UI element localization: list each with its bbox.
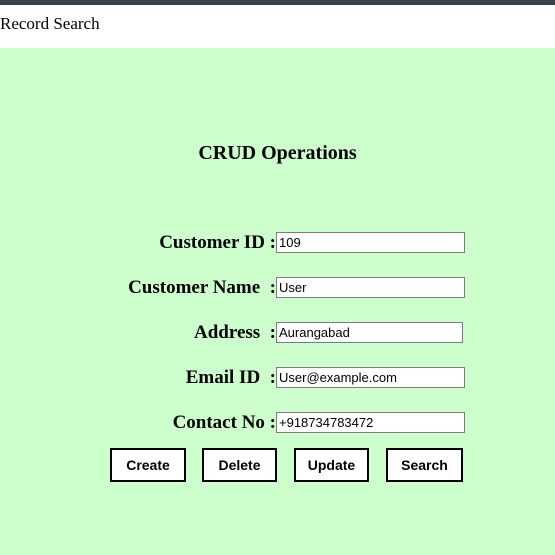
label-cell-customer-name: Customer Name : bbox=[0, 265, 276, 310]
content-area: CRUD Operations Customer ID : Customer N… bbox=[0, 48, 555, 555]
label-contact-no: Contact No : bbox=[172, 411, 276, 433]
label-customer-id: Customer ID : bbox=[159, 231, 276, 253]
input-cell-contact-no bbox=[276, 400, 555, 445]
create-button[interactable]: Create bbox=[110, 448, 186, 482]
label-cell-customer-id: Customer ID : bbox=[0, 220, 276, 265]
search-button[interactable]: Search bbox=[386, 448, 463, 482]
input-cell-email-id bbox=[276, 355, 555, 400]
label-address: Address : bbox=[194, 321, 276, 343]
label-customer-name: Customer Name : bbox=[128, 276, 276, 298]
page-header-title: Record Search bbox=[0, 14, 100, 33]
label-cell-address: Address : bbox=[0, 310, 276, 355]
customer-name-input[interactable] bbox=[276, 277, 465, 298]
page-title: CRUD Operations bbox=[198, 142, 357, 164]
input-cell-address bbox=[276, 310, 555, 355]
form-row-customer-id: Customer ID : bbox=[0, 220, 555, 265]
form-row-address: Address : bbox=[0, 310, 555, 355]
delete-button[interactable]: Delete bbox=[202, 448, 277, 482]
form-row-email-id: Email ID : bbox=[0, 355, 555, 400]
customer-id-input[interactable] bbox=[276, 232, 465, 253]
page-header: Record Search bbox=[0, 5, 555, 48]
input-cell-customer-name bbox=[276, 265, 555, 310]
label-email-id: Email ID : bbox=[185, 366, 276, 388]
update-button[interactable]: Update bbox=[294, 448, 369, 482]
page-root: Record Search CRUD Operations Customer I… bbox=[0, 0, 555, 555]
label-cell-contact-no: Contact No : bbox=[0, 400, 276, 445]
contact-no-input[interactable] bbox=[276, 412, 465, 433]
form-row-customer-name: Customer Name : bbox=[0, 265, 555, 310]
crud-form: Customer ID : Customer Name : bbox=[0, 220, 555, 445]
input-cell-customer-id bbox=[276, 220, 555, 265]
address-input[interactable] bbox=[276, 322, 463, 343]
label-cell-email-id: Email ID : bbox=[0, 355, 276, 400]
form-row-contact-no: Contact No : bbox=[0, 400, 555, 445]
email-id-input[interactable] bbox=[276, 367, 465, 388]
